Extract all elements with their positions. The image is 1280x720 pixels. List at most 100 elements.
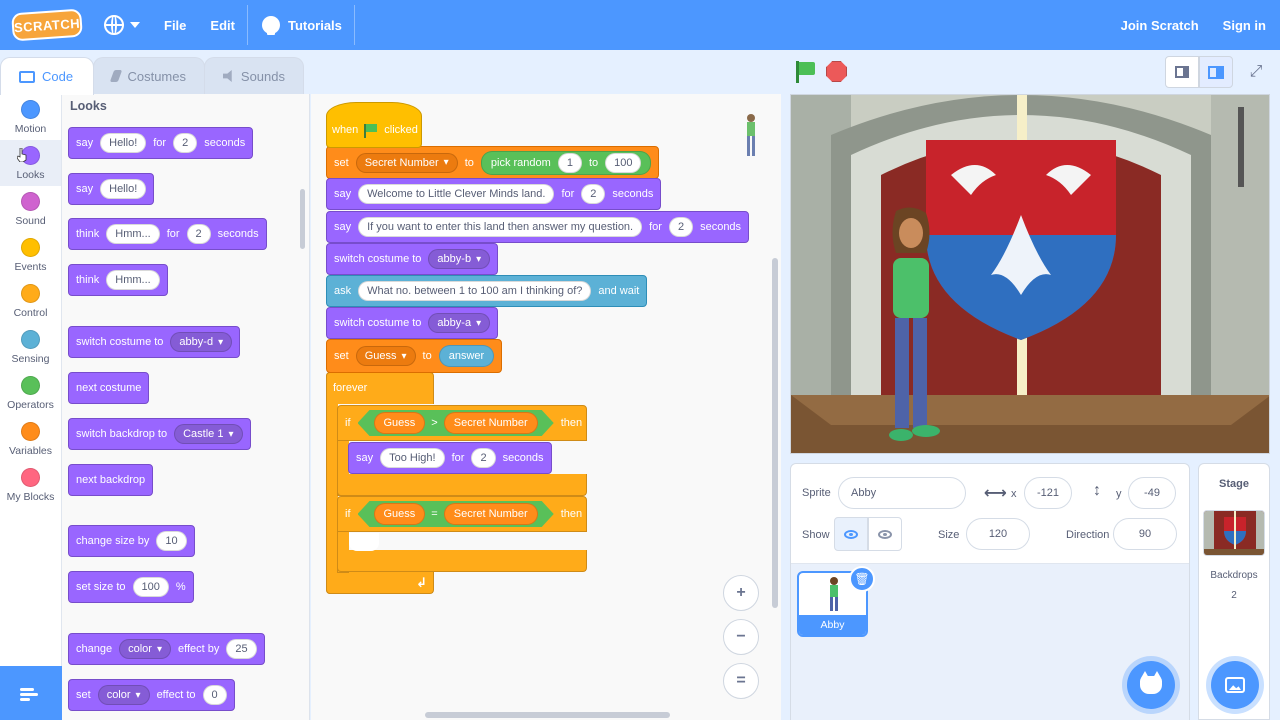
stop-button[interactable] bbox=[826, 61, 847, 82]
block-set-effect[interactable]: set color effect to 0 bbox=[68, 679, 235, 711]
block-think-for-seconds[interactable]: think Hmm... for 2 seconds bbox=[68, 218, 267, 250]
direction-input[interactable]: 90 bbox=[1113, 518, 1177, 550]
message-input[interactable]: Hello! bbox=[100, 179, 147, 199]
block-if-equals[interactable]: if Guess = Secret Number then bbox=[337, 496, 587, 532]
green-flag-button[interactable] bbox=[795, 61, 817, 83]
block-say-too-high[interactable]: say Too High! for 2 seconds bbox=[348, 442, 552, 474]
block-next-costume[interactable]: next costume bbox=[68, 372, 150, 404]
add-extension-button[interactable] bbox=[0, 666, 62, 720]
greater-than-operator[interactable]: Guess > Secret Number bbox=[358, 410, 554, 436]
large-stage-button[interactable] bbox=[1199, 56, 1233, 88]
block-say[interactable]: say Hello! bbox=[68, 173, 155, 205]
join-scratch-link[interactable]: Join Scratch bbox=[1109, 0, 1211, 50]
scratch-logo[interactable]: SCRATCH bbox=[11, 8, 83, 42]
category-motion[interactable]: Motion bbox=[0, 94, 61, 140]
hide-sprite-button[interactable] bbox=[868, 517, 902, 551]
block-switch-costume-b[interactable]: switch costume to abby-b bbox=[326, 243, 499, 275]
secret-number-reporter[interactable]: Secret Number bbox=[444, 503, 538, 525]
tab-costumes[interactable]: Costumes bbox=[93, 57, 205, 94]
block-say-enter[interactable]: say If you want to enter this land then … bbox=[326, 211, 750, 243]
show-sprite-button[interactable] bbox=[834, 517, 868, 551]
seconds-input[interactable]: 2 bbox=[173, 133, 198, 153]
choose-sprite-button[interactable] bbox=[1127, 661, 1175, 709]
message-input[interactable]: Welcome to Little Clever Minds land. bbox=[358, 184, 555, 204]
message-input[interactable]: Hmm... bbox=[106, 224, 160, 244]
seconds-input[interactable]: 2 bbox=[186, 224, 211, 244]
block-set-size[interactable]: set size to 100 % bbox=[68, 571, 194, 603]
block-say-welcome[interactable]: say Welcome to Little Clever Minds land.… bbox=[326, 178, 662, 210]
stage-canvas[interactable] bbox=[790, 94, 1270, 454]
block-think[interactable]: think Hmm... bbox=[68, 264, 168, 296]
message-input[interactable]: Hmm... bbox=[106, 270, 160, 290]
category-control[interactable]: Control bbox=[0, 278, 61, 324]
min-input[interactable]: 1 bbox=[557, 152, 582, 173]
category-operators[interactable]: Operators bbox=[0, 370, 61, 416]
seconds-input[interactable]: 2 bbox=[471, 448, 496, 468]
block-next-backdrop[interactable]: next backdrop bbox=[68, 464, 154, 496]
costume-dropdown[interactable]: abby-a bbox=[428, 313, 491, 333]
seconds-input[interactable]: 2 bbox=[581, 184, 606, 204]
block-if-greater[interactable]: if Guess > Secret Number then bbox=[337, 405, 587, 441]
x-position-input[interactable]: -121 bbox=[1024, 477, 1072, 509]
abby-sprite[interactable] bbox=[871, 203, 951, 453]
block-change-effect[interactable]: change color effect by 25 bbox=[68, 633, 265, 665]
category-sound[interactable]: Sound bbox=[0, 186, 61, 232]
workspace-vertical-scrollbar[interactable] bbox=[772, 258, 778, 608]
size-input[interactable]: 10 bbox=[156, 531, 187, 551]
costume-dropdown[interactable]: abby-d bbox=[170, 332, 233, 352]
variable-dropdown[interactable]: Secret Number bbox=[355, 152, 458, 173]
effect-input[interactable]: 25 bbox=[226, 639, 257, 659]
small-stage-button[interactable] bbox=[1165, 56, 1199, 88]
block-ask-and-wait[interactable]: ask What no. between 1 to 100 am I think… bbox=[326, 275, 648, 307]
category-events[interactable]: Events bbox=[0, 232, 61, 278]
pick-random-block[interactable]: pick random 1 to 100 bbox=[480, 150, 652, 175]
costume-dropdown[interactable]: abby-b bbox=[428, 249, 491, 269]
size-input[interactable]: 120 bbox=[966, 518, 1030, 550]
zoom-out-button[interactable]: − bbox=[723, 619, 759, 655]
block-set-secret-number[interactable]: set Secret Number to pick random 1 to 10… bbox=[326, 146, 660, 179]
edit-menu[interactable]: Edit bbox=[198, 0, 247, 50]
zoom-reset-button[interactable]: = bbox=[723, 663, 759, 699]
message-input[interactable]: Too High! bbox=[380, 448, 445, 468]
block-switch-backdrop[interactable]: switch backdrop to Castle 1 bbox=[68, 418, 251, 450]
secret-number-reporter[interactable]: Secret Number bbox=[444, 412, 538, 434]
effect-input[interactable]: 0 bbox=[202, 685, 227, 705]
block-switch-costume-a[interactable]: switch costume to abby-a bbox=[326, 307, 499, 339]
guess-reporter[interactable]: Guess bbox=[374, 412, 426, 434]
category-my-blocks[interactable]: My Blocks bbox=[0, 462, 61, 508]
message-input[interactable]: If you want to enter this land then answ… bbox=[358, 217, 643, 237]
sign-in-link[interactable]: Sign in bbox=[1211, 0, 1280, 50]
file-menu[interactable]: File bbox=[152, 0, 198, 50]
equals-operator[interactable]: Guess = Secret Number bbox=[358, 501, 554, 527]
block-switch-costume[interactable]: switch costume to abby-d bbox=[68, 326, 241, 358]
question-input[interactable]: What no. between 1 to 100 am I thinking … bbox=[358, 281, 592, 301]
zoom-in-button[interactable]: + bbox=[723, 575, 759, 611]
delete-sprite-button[interactable]: 🗑 bbox=[849, 566, 875, 592]
max-input[interactable]: 100 bbox=[605, 152, 642, 173]
block-say-for-seconds[interactable]: say Hello! for 2 seconds bbox=[68, 127, 254, 159]
workspace-horizontal-scrollbar[interactable] bbox=[425, 712, 670, 718]
effect-dropdown[interactable]: color bbox=[119, 639, 171, 659]
palette-scrollbar[interactable] bbox=[300, 189, 305, 249]
block-set-guess[interactable]: set Guess to answer bbox=[326, 339, 503, 373]
block-change-size[interactable]: change size by 10 bbox=[68, 525, 195, 557]
category-variables[interactable]: Variables bbox=[0, 416, 61, 462]
sprite-name-input[interactable]: Abby bbox=[838, 477, 966, 509]
y-position-input[interactable]: -49 bbox=[1128, 477, 1176, 509]
guess-reporter[interactable]: Guess bbox=[374, 503, 426, 525]
tutorials-button[interactable]: Tutorials bbox=[248, 0, 354, 50]
language-menu[interactable] bbox=[92, 0, 152, 50]
message-input[interactable]: Hello! bbox=[100, 133, 147, 153]
variable-dropdown[interactable]: Guess bbox=[355, 346, 416, 366]
category-looks[interactable]: Looks bbox=[0, 140, 61, 186]
tab-code[interactable]: Code bbox=[0, 57, 94, 95]
effect-dropdown[interactable]: color bbox=[97, 685, 150, 705]
tab-sounds[interactable]: Sounds bbox=[204, 57, 304, 94]
choose-backdrop-button[interactable] bbox=[1211, 661, 1259, 709]
category-sensing[interactable]: Sensing bbox=[0, 324, 61, 370]
size-input[interactable]: 100 bbox=[132, 577, 169, 597]
fullscreen-button[interactable]: ⤢ bbox=[1239, 56, 1273, 88]
answer-reporter[interactable]: answer bbox=[438, 345, 495, 367]
seconds-input[interactable]: 2 bbox=[668, 217, 694, 237]
backdrop-dropdown[interactable]: Castle 1 bbox=[174, 424, 243, 444]
